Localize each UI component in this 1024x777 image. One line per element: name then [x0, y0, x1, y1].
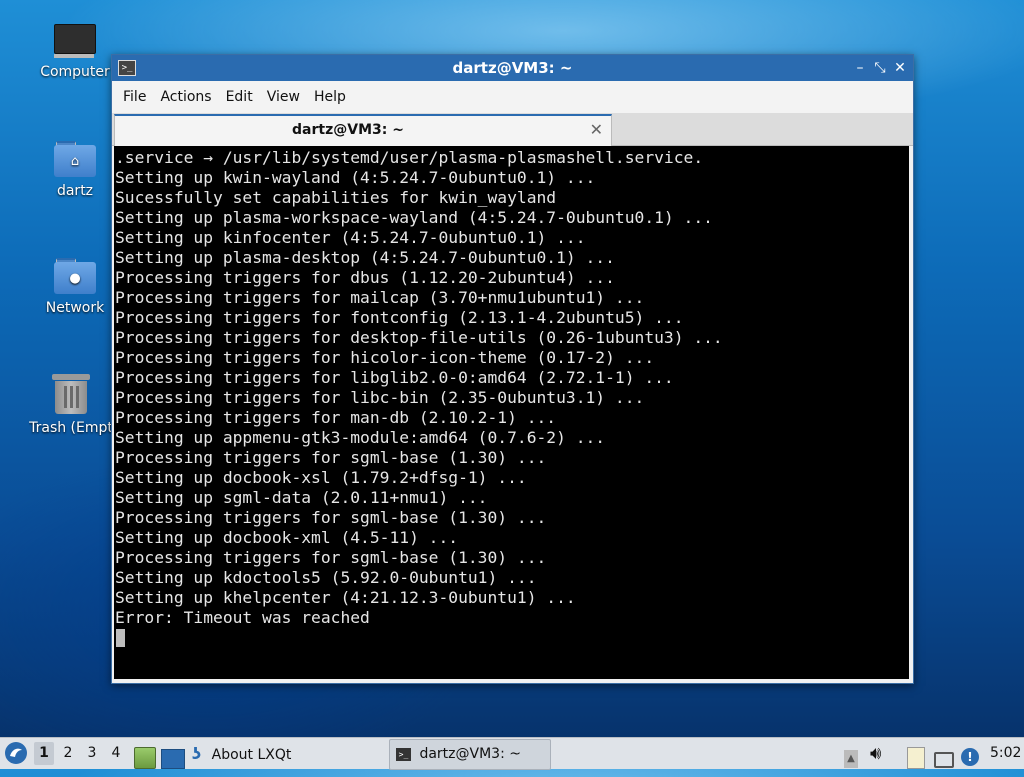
terminal-line: Setting up kdoctools5 (5.92.0-0ubuntu1) …	[115, 568, 537, 587]
lxqt-logo-icon	[5, 742, 27, 764]
terminal-line: Error: Timeout was reached	[115, 608, 370, 627]
trash-icon	[52, 374, 90, 414]
quicklaunch-desktop[interactable]	[161, 744, 185, 775]
menu-actions[interactable]: Actions	[153, 89, 218, 105]
menu-view[interactable]: View	[260, 89, 307, 105]
file-manager-icon	[134, 747, 156, 769]
terminal-line: Processing triggers for dbus (1.12.20-2u…	[115, 268, 615, 287]
terminal-line: Sucessfully set capabilities for kwin_wa…	[115, 188, 557, 207]
task-terminal-button[interactable]: >_ dartz@VM3: ~	[389, 739, 551, 770]
menu-help[interactable]: Help	[307, 89, 353, 105]
terminal-line: Setting up docbook-xsl (1.79.2+dfsg-1) .…	[115, 468, 527, 487]
tray-updates[interactable]: ▲	[844, 744, 858, 775]
tray-notifications[interactable]: !	[961, 742, 979, 773]
about-lxqt-launcher[interactable]: ʖ About LXQt	[192, 738, 291, 769]
desktop-icon-trash[interactable]: Trash (Empt	[29, 374, 113, 436]
tray-clipboard[interactable]	[907, 743, 925, 774]
terminal-line: Setting up sgml-data (2.0.11+nmu1) ...	[115, 488, 488, 507]
about-lxqt-icon: ʖ	[192, 744, 202, 763]
terminal-line: Processing triggers for sgml-base (1.30)…	[115, 448, 547, 467]
terminal-line: Setting up appmenu-gtk3-module:amd64 (0.…	[115, 428, 606, 447]
tray-network[interactable]	[934, 745, 954, 776]
desktop-switch-4[interactable]: 4	[106, 742, 126, 765]
window-title: dartz@VM3: ~	[452, 59, 573, 77]
terminal-line: Processing triggers for sgml-base (1.30)…	[115, 548, 547, 567]
eject-icon: ▲	[844, 750, 858, 768]
terminal-window[interactable]: >_ dartz@VM3: ~ – ⤡ ✕ File Actions Edit …	[111, 54, 914, 684]
terminal-line: Processing triggers for libc-bin (2.35-0…	[115, 388, 645, 407]
menu-file[interactable]: File	[116, 89, 153, 105]
notification-icon: !	[961, 748, 979, 766]
desktop-icon-label: dartz	[56, 183, 94, 199]
maximize-icon[interactable]: ⤡	[870, 58, 890, 78]
terminal-line: Setting up khelpcenter (4:21.12.3-0ubunt…	[115, 588, 576, 607]
quicklaunch-files[interactable]	[134, 743, 156, 774]
task-label: dartz@VM3: ~	[419, 746, 521, 762]
terminal-line: Setting up plasma-desktop (4:5.24.7-0ubu…	[115, 248, 615, 267]
taskbar: 1 2 3 4 ʖ About LXQt >_ dartz@VM3: ~ ▲ 🔊…	[0, 737, 1024, 772]
terminal-line: Setting up kinfocenter (4:5.24.7-0ubuntu…	[115, 228, 586, 247]
terminal-text: .service → /usr/lib/systemd/user/plasma-…	[114, 146, 909, 628]
desktop-switch-2[interactable]: 2	[58, 742, 78, 765]
desktop-icon-network[interactable]: ● Network	[29, 258, 121, 316]
desktop-switch-1[interactable]: 1	[34, 742, 54, 765]
home-folder-icon: ⌂	[54, 141, 96, 177]
terminal-line: Processing triggers for man-db (2.10.2-1…	[115, 408, 557, 427]
tab-label: dartz@VM3: ~	[292, 122, 404, 138]
menubar: File Actions Edit View Help	[112, 81, 913, 113]
terminal-output[interactable]: .service → /usr/lib/systemd/user/plasma-…	[114, 146, 909, 679]
terminal-line: Processing triggers for fontconfig (2.13…	[115, 308, 684, 327]
about-lxqt-label: About LXQt	[211, 747, 292, 763]
text-cursor	[116, 629, 125, 647]
volume-icon: 🔊︎	[870, 743, 882, 764]
terminal-line: Processing triggers for hicolor-icon-the…	[115, 348, 655, 367]
terminal-line: Processing triggers for desktop-file-uti…	[115, 328, 723, 347]
show-desktop-icon	[161, 749, 185, 769]
desktop-icon-home[interactable]: ⌂ dartz	[29, 141, 121, 199]
desktop-icon-label: Trash (Empt	[29, 420, 113, 436]
window-titlebar[interactable]: >_ dartz@VM3: ~ – ⤡ ✕	[112, 55, 913, 81]
tab-terminal[interactable]: dartz@VM3: ~ ✕	[114, 114, 612, 146]
tab-close-icon[interactable]: ✕	[590, 120, 603, 139]
minimize-icon[interactable]: –	[850, 58, 870, 78]
terminal-line: Setting up docbook-xml (4.5-11) ...	[115, 528, 459, 547]
menu-edit[interactable]: Edit	[219, 89, 260, 105]
terminal-line: Processing triggers for mailcap (3.70+nm…	[115, 288, 645, 307]
main-menu-button[interactable]	[4, 741, 28, 772]
computer-icon	[54, 24, 96, 58]
desktop-icon-label: Network	[45, 300, 105, 316]
terminal-line: Setting up kwin-wayland (4:5.24.7-0ubunt…	[115, 168, 596, 187]
terminal-line: Processing triggers for sgml-base (1.30)…	[115, 508, 547, 527]
terminal-app-icon: >_	[396, 747, 411, 761]
close-icon[interactable]: ✕	[890, 58, 910, 78]
desktop-icon-label: Computer	[40, 64, 110, 80]
desktop-switch-3[interactable]: 3	[82, 742, 102, 765]
clock[interactable]: 5:02	[990, 738, 1021, 769]
network-folder-icon: ●	[54, 258, 96, 294]
terminal-line: Processing triggers for libglib2.0-0:amd…	[115, 368, 674, 387]
tray-volume[interactable]: 🔊︎	[870, 738, 881, 769]
network-icon	[934, 752, 954, 768]
terminal-line: .service → /usr/lib/systemd/user/plasma-…	[115, 148, 704, 167]
desktop-icon-computer[interactable]: Computer	[29, 24, 121, 80]
terminal-line: Setting up plasma-workspace-wayland (4:5…	[115, 208, 713, 227]
tab-bar: dartz@VM3: ~ ✕	[112, 113, 913, 146]
clipboard-icon	[907, 747, 925, 769]
